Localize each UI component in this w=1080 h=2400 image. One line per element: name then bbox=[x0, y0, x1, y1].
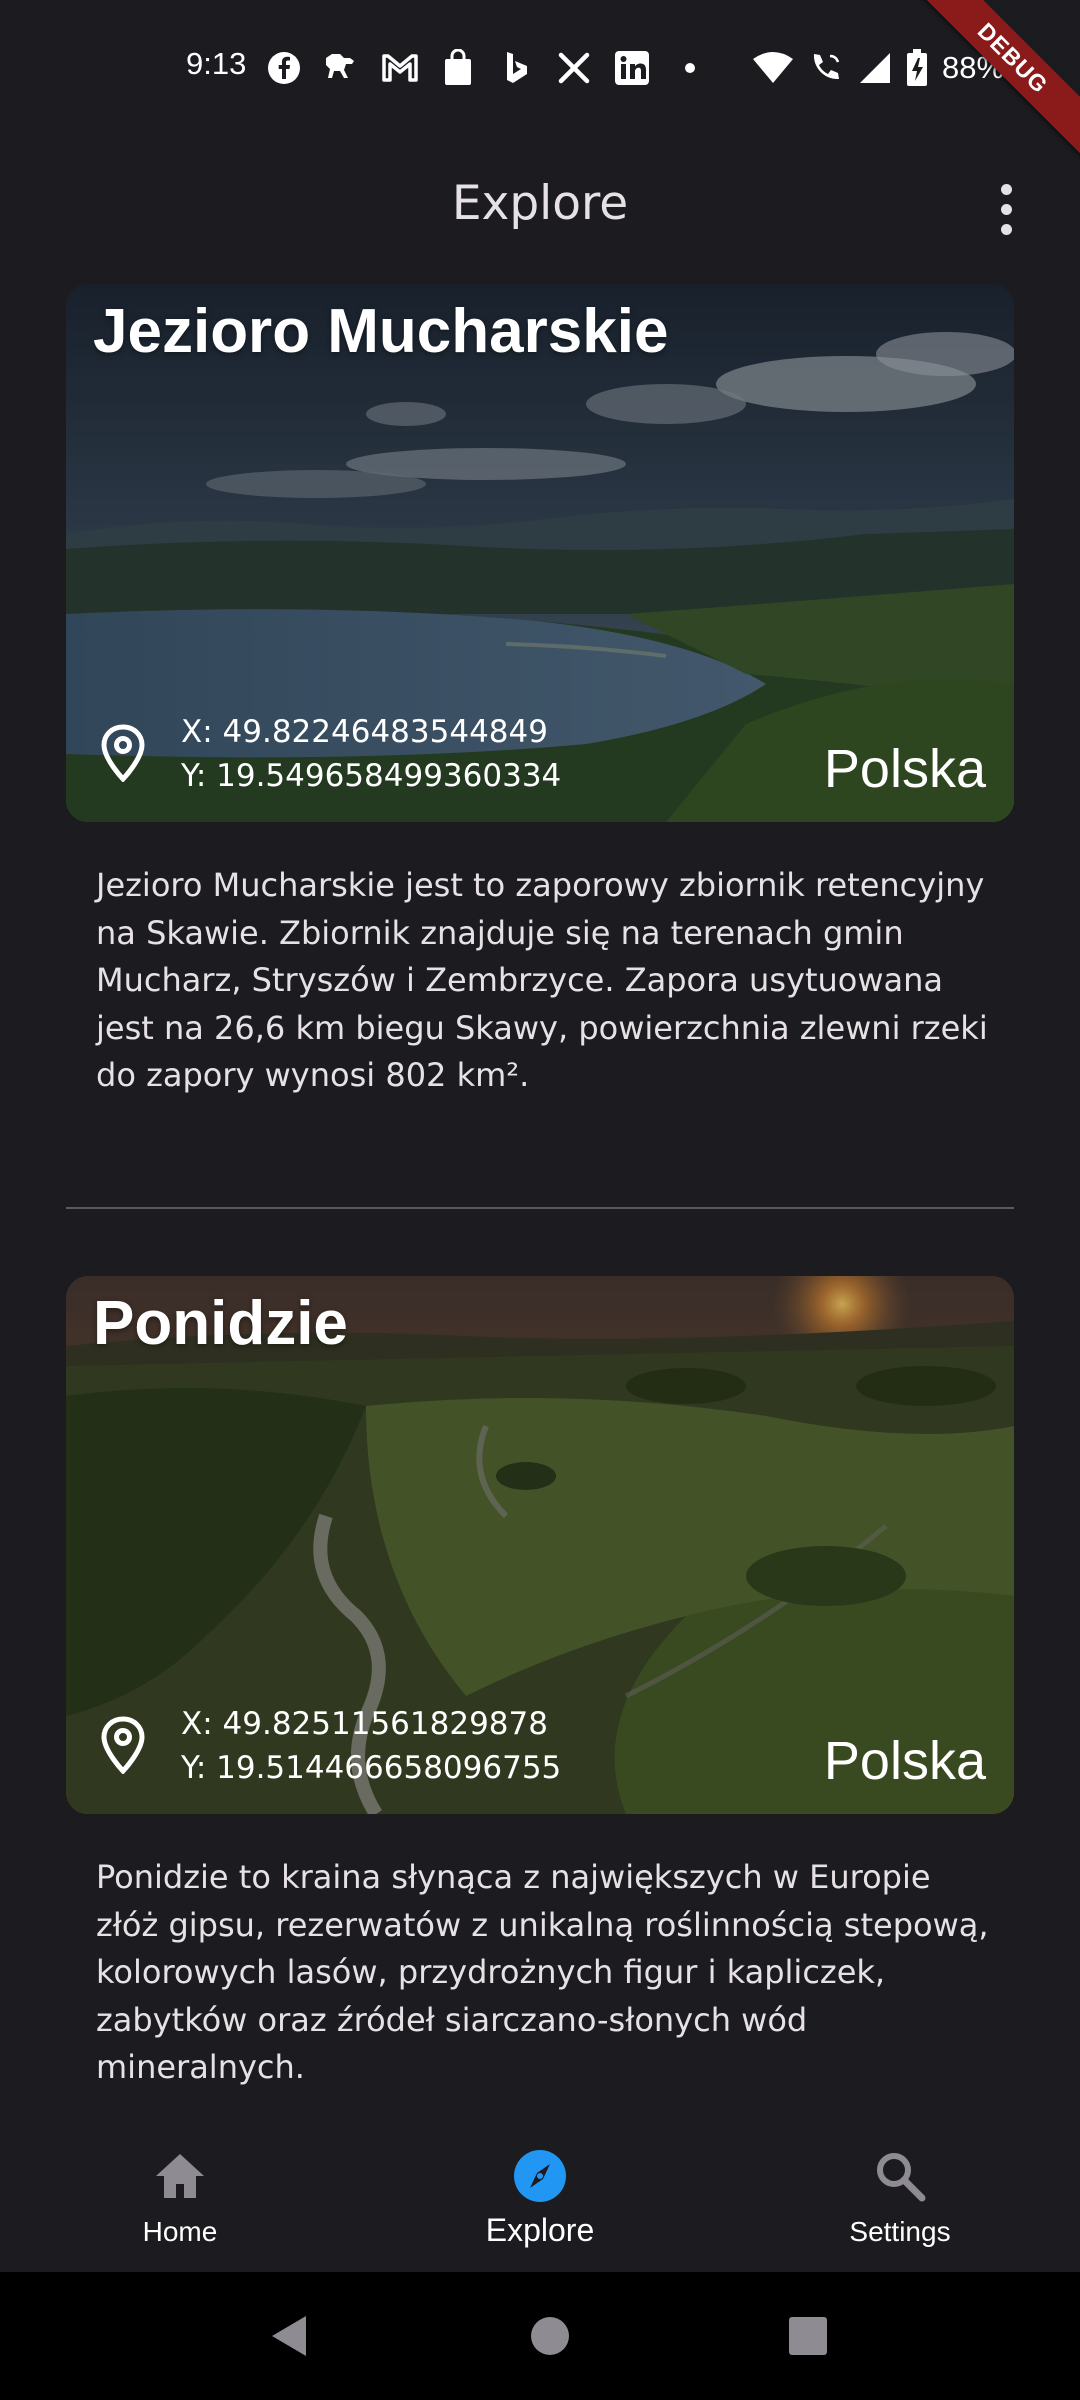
coord-y: Y: 19.549658499360334 bbox=[181, 758, 562, 794]
coordinates: X: 49.82511561829878 Y: 19.5144666580967… bbox=[181, 1702, 561, 1790]
notification-icons bbox=[264, 44, 710, 92]
home-circle-icon bbox=[531, 2317, 569, 2355]
nav-label: Settings bbox=[849, 2216, 951, 2247]
divider bbox=[66, 1207, 1014, 1209]
gmail-icon bbox=[380, 48, 420, 88]
status-bar: 9:13 88% DEBUG bbox=[0, 0, 1080, 161]
app-bar: Explore bbox=[0, 150, 1080, 266]
place-title: Jezioro Mucharskie bbox=[93, 297, 669, 366]
page-title: Explore bbox=[451, 176, 629, 231]
location-pin-icon bbox=[101, 1716, 145, 1774]
recents-button[interactable] bbox=[748, 2272, 868, 2400]
bottom-navigation: Home Explore Settings bbox=[0, 2116, 1080, 2272]
status-time: 9:13 bbox=[186, 46, 247, 81]
home-system-button[interactable] bbox=[490, 2272, 610, 2400]
system-status-icons: 88% bbox=[752, 44, 1004, 92]
x-icon bbox=[554, 48, 594, 88]
more-dot-icon bbox=[670, 48, 710, 88]
nav-label: Home bbox=[142, 2216, 218, 2247]
more-vert-icon bbox=[1000, 183, 1012, 195]
signal-icon bbox=[860, 53, 890, 83]
coordinates: X: 49.82246483544849 Y: 19.5496584993603… bbox=[181, 710, 561, 798]
nav-item-home[interactable]: Home bbox=[30, 2116, 330, 2272]
place-description: Ponidzie to kraina słynąca z największyc… bbox=[96, 1858, 989, 2086]
linkedin-icon bbox=[612, 48, 652, 88]
back-button[interactable] bbox=[230, 2272, 350, 2400]
place-country: Polska bbox=[823, 739, 986, 799]
system-navigation-bar bbox=[0, 2272, 1080, 2400]
coord-x: X: 49.82511561829878 bbox=[181, 1706, 548, 1742]
back-triangle-icon bbox=[272, 2316, 306, 2356]
coord-y: Y: 19.514466658096755 bbox=[181, 1750, 562, 1786]
wifi-icon bbox=[753, 52, 793, 83]
place-card-ponidzie[interactable]: Ponidzie X: 49.82511561829878 Y: 19.5144… bbox=[66, 1276, 1014, 1814]
shopping-bag-icon bbox=[438, 48, 478, 88]
compass-icon bbox=[514, 2150, 566, 2202]
explore-list[interactable]: Jezioro Mucharskie X: 49.82246483544849 … bbox=[0, 282, 1080, 2116]
dog-app-icon bbox=[322, 48, 362, 88]
bing-icon bbox=[496, 48, 536, 88]
place-card-jezioro-mucharskie[interactable]: Jezioro Mucharskie X: 49.82246483544849 … bbox=[66, 284, 1014, 822]
home-icon bbox=[156, 2154, 204, 2198]
battery-icon bbox=[907, 49, 927, 86]
search-icon bbox=[877, 2153, 926, 2202]
location-pin-icon bbox=[101, 724, 145, 782]
coord-x: X: 49.82246483544849 bbox=[181, 714, 548, 750]
nav-label: Explore bbox=[485, 2212, 595, 2248]
place-title: Ponidzie bbox=[93, 1289, 348, 1358]
place-description: Jezioro Mucharskie jest to zaporowy zbio… bbox=[96, 866, 988, 1094]
place-country: Polska bbox=[823, 1731, 986, 1791]
wifi-calling-icon bbox=[813, 54, 840, 80]
recents-square-icon bbox=[789, 2317, 827, 2355]
more-options-button[interactable] bbox=[980, 176, 1032, 242]
facebook-icon bbox=[264, 48, 304, 88]
nav-item-explore[interactable]: Explore bbox=[390, 2116, 690, 2272]
nav-item-settings[interactable]: Settings bbox=[750, 2116, 1050, 2272]
